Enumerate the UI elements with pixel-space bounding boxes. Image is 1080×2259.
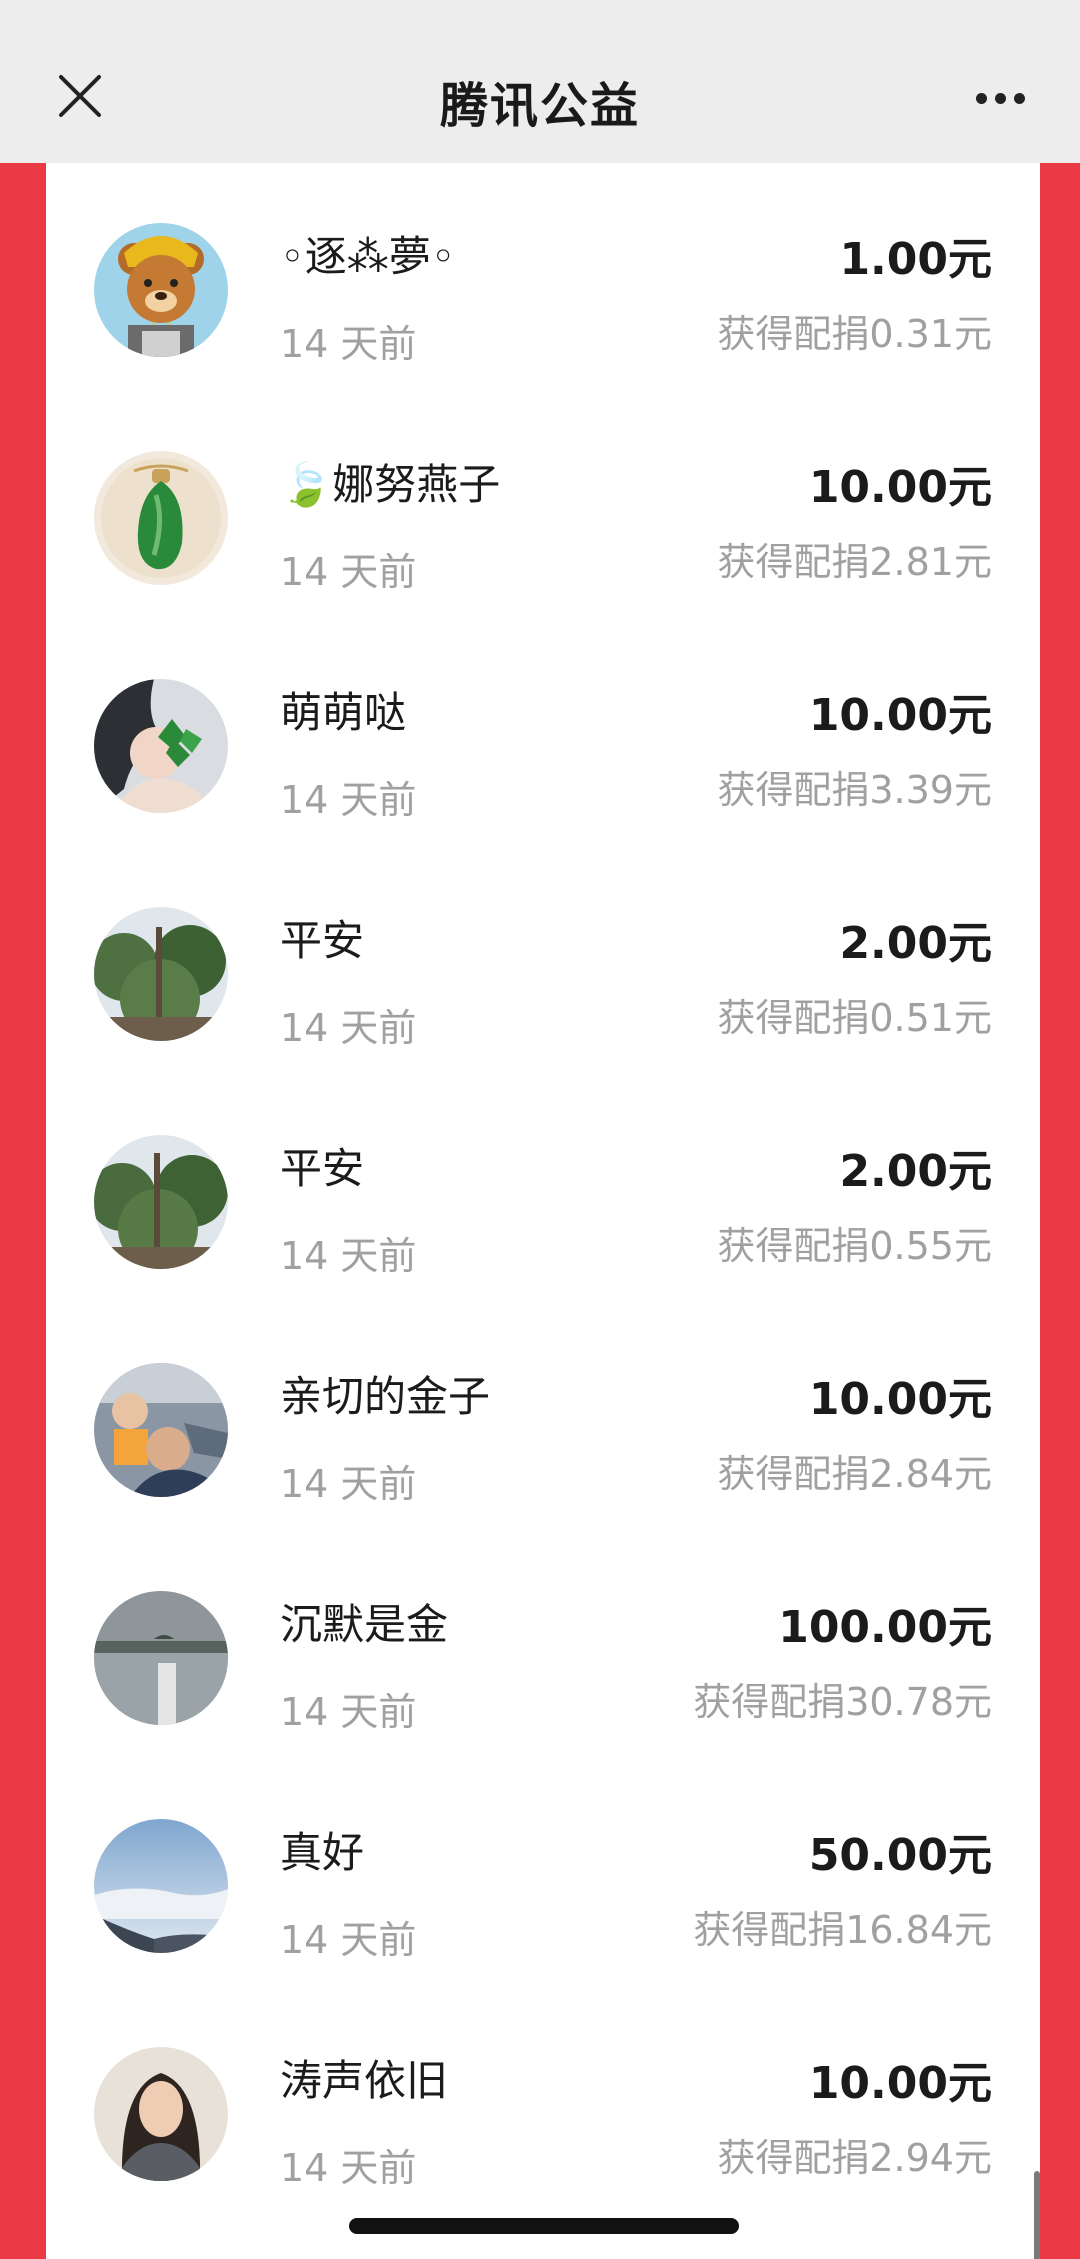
leaf-icon: 🍃 <box>280 460 333 509</box>
sky-clouds-avatar[interactable] <box>94 1819 228 1953</box>
list-item[interactable]: 萌萌哒 14 天前 10.00元 获得配捐3.39元 <box>46 619 1040 847</box>
donation-time: 14 天前 <box>280 1690 417 1734</box>
donation-amount: 50.00元 <box>808 1830 992 1881</box>
woman-leaf-avatar[interactable] <box>94 679 228 813</box>
donor-name: ◦逐⁂夢◦ <box>280 232 456 281</box>
tree-avatar[interactable] <box>94 1135 228 1269</box>
donation-amount: 10.00元 <box>808 1374 992 1425</box>
donor-name: 涛声依旧 <box>280 2056 449 2105</box>
home-indicator[interactable] <box>349 2218 739 2234</box>
list-item[interactable]: 亲切的金子 14 天前 10.00元 获得配捐2.84元 <box>46 1303 1040 1531</box>
donation-amount: 10.00元 <box>808 462 992 513</box>
donation-amount: 10.00元 <box>808 2058 992 2109</box>
donation-amount: 2.00元 <box>839 918 992 969</box>
match-amount: 获得配捐2.94元 <box>717 2136 992 2180</box>
match-amount: 获得配捐16.84元 <box>693 1908 992 1952</box>
more-dot-icon <box>1013 92 1025 104</box>
more-button[interactable] <box>964 68 1036 128</box>
donation-amount: 100.00元 <box>778 1602 992 1653</box>
match-amount: 获得配捐30.78元 <box>693 1680 992 1724</box>
list-item[interactable]: 平安 14 天前 2.00元 获得配捐0.51元 <box>46 847 1040 1075</box>
donor-name: 沉默是金 <box>280 1600 449 1649</box>
donor-name: 🍃娜努燕子 <box>280 460 501 509</box>
tree-avatar[interactable] <box>94 907 228 1041</box>
donor-name: 萌萌哒 <box>280 688 407 737</box>
family-photo-avatar[interactable] <box>94 1363 228 1497</box>
donation-amount: 1.00元 <box>839 234 992 285</box>
match-amount: 获得配捐0.55元 <box>717 1224 992 1268</box>
scrollbar[interactable] <box>1034 2171 1040 2259</box>
match-amount: 获得配捐2.81元 <box>717 540 992 584</box>
bear-avatar[interactable] <box>94 223 228 357</box>
match-amount: 获得配捐3.39元 <box>717 768 992 812</box>
top-bar: 腾讯公益 <box>0 0 1080 163</box>
donation-time: 14 天前 <box>280 2146 417 2190</box>
match-amount: 获得配捐0.51元 <box>717 996 992 1040</box>
donation-time: 14 天前 <box>280 1234 417 1278</box>
list-item[interactable]: 🍃娜努燕子 14 天前 10.00元 获得配捐2.81元 <box>46 391 1040 619</box>
donation-amount: 2.00元 <box>839 1146 992 1197</box>
jade-pendant-avatar[interactable] <box>94 451 228 585</box>
donation-list: ◦逐⁂夢◦ 14 天前 1.00元 获得配捐0.31元 🍃娜努燕子 14 天前 … <box>46 163 1040 2259</box>
donation-time: 14 天前 <box>280 778 417 822</box>
woman-portrait-avatar[interactable] <box>94 2047 228 2181</box>
list-item[interactable]: ◦逐⁂夢◦ 14 天前 1.00元 获得配捐0.31元 <box>46 163 1040 391</box>
list-item[interactable]: 真好 14 天前 50.00元 获得配捐16.84元 <box>46 1759 1040 1987</box>
donor-name: 平安 <box>280 916 365 965</box>
donation-time: 14 天前 <box>280 1462 417 1506</box>
lake-avatar[interactable] <box>94 1591 228 1725</box>
donor-name: 平安 <box>280 1144 365 1193</box>
page-title: 腾讯公益 <box>439 78 640 134</box>
donation-time: 14 天前 <box>280 322 417 366</box>
more-dot-icon <box>994 92 1006 104</box>
donor-name: 真好 <box>280 1828 365 1877</box>
donation-time: 14 天前 <box>280 550 417 594</box>
match-amount: 获得配捐2.84元 <box>717 1452 992 1496</box>
list-item[interactable]: 涛声依旧 14 天前 10.00元 获得配捐2.94元 <box>46 1987 1040 2215</box>
match-amount: 获得配捐0.31元 <box>717 312 992 356</box>
donation-amount: 10.00元 <box>808 690 992 741</box>
list-item[interactable]: 沉默是金 14 天前 100.00元 获得配捐30.78元 <box>46 1531 1040 1759</box>
list-item[interactable]: 平安 14 天前 2.00元 获得配捐0.55元 <box>46 1075 1040 1303</box>
donation-time: 14 天前 <box>280 1006 417 1050</box>
donor-name: 亲切的金子 <box>280 1372 491 1421</box>
more-dot-icon <box>975 92 987 104</box>
donation-time: 14 天前 <box>280 1918 417 1962</box>
